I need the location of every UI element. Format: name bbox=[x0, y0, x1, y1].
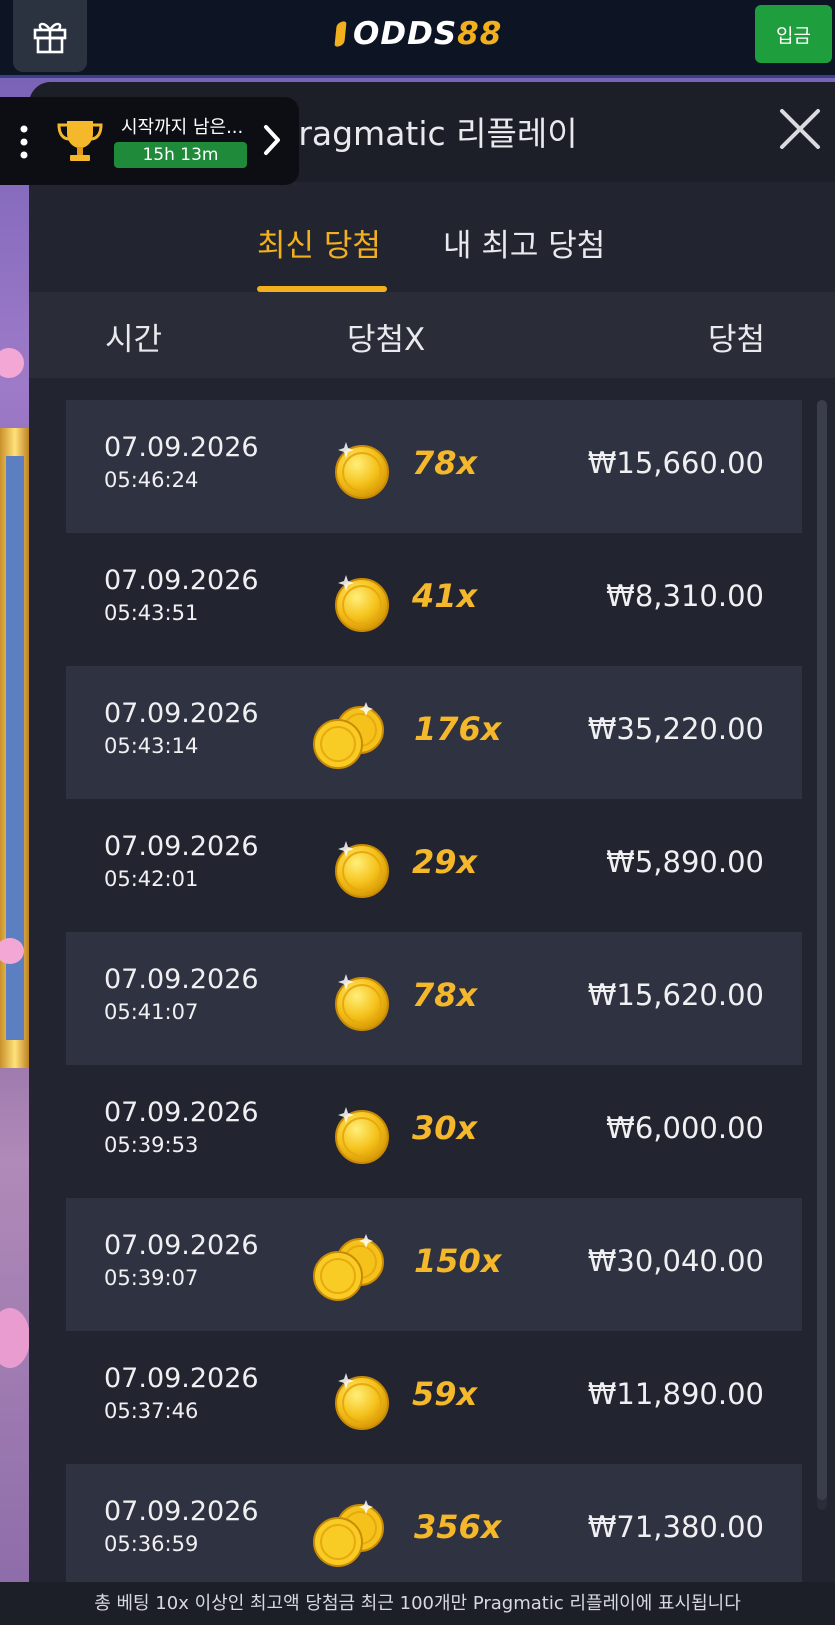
win-row[interactable]: 07.09.2026 05:39:53 30x ₩6,000.00 bbox=[66, 1065, 802, 1198]
tab-bar: 최신 당첨 내 최고 당첨 bbox=[29, 182, 835, 292]
win-time: 05:36:59 bbox=[104, 1532, 199, 1556]
win-time: 05:39:07 bbox=[104, 1266, 199, 1290]
win-time: 05:42:01 bbox=[104, 867, 199, 891]
win-row[interactable]: 07.09.2026 05:41:07 78x ₩15,620.00 bbox=[66, 932, 802, 1065]
gift-button[interactable] bbox=[13, 0, 87, 72]
win-row[interactable]: 07.09.2026 05:46:24 78x ₩15,660.00 bbox=[66, 400, 802, 533]
tournament-label: 시작까지 남은... bbox=[121, 117, 244, 138]
gift-icon bbox=[33, 22, 67, 54]
win-row[interactable]: 07.09.2026 05:36:59 356x ₩71,380.00 bbox=[66, 1464, 802, 1597]
odds88-logo: ODDS88 bbox=[334, 12, 502, 56]
win-amount: ₩30,040.00 bbox=[587, 1244, 764, 1278]
win-row[interactable]: 07.09.2026 05:43:51 41x ₩8,310.00 bbox=[66, 533, 802, 666]
column-header-time: 시간 bbox=[105, 322, 163, 358]
blossom-art bbox=[0, 1308, 30, 1368]
win-amount: ₩15,660.00 bbox=[587, 446, 764, 480]
win-row[interactable]: 07.09.2026 05:43:14 176x ₩35,220.00 bbox=[66, 666, 802, 799]
win-amount: ₩71,380.00 bbox=[587, 1510, 764, 1544]
close-icon bbox=[780, 109, 820, 149]
win-date: 07.09.2026 bbox=[104, 432, 259, 463]
coin-icon bbox=[324, 1365, 404, 1435]
win-amount: ₩5,890.00 bbox=[606, 845, 764, 879]
table-header: 시간 당첨X 당첨 bbox=[29, 292, 835, 378]
modal-title: Pragmatic 리플레이 bbox=[279, 114, 578, 153]
win-date: 07.09.2026 bbox=[104, 1230, 259, 1261]
win-date: 07.09.2026 bbox=[104, 964, 259, 995]
win-amount: ₩35,220.00 bbox=[587, 712, 764, 746]
win-row[interactable]: 07.09.2026 05:37:46 59x ₩11,890.00 bbox=[66, 1331, 802, 1464]
win-time: 05:41:07 bbox=[104, 1000, 199, 1024]
win-time: 05:43:14 bbox=[104, 734, 199, 758]
win-time: 05:37:46 bbox=[104, 1399, 199, 1423]
win-date: 07.09.2026 bbox=[104, 1097, 259, 1128]
coin-icon bbox=[324, 966, 404, 1036]
top-bar: ODDS88 입금 bbox=[0, 0, 835, 78]
win-amount: ₩11,890.00 bbox=[587, 1377, 764, 1411]
tournament-timer: 15h 13m bbox=[114, 142, 247, 168]
win-multiplier: 176x bbox=[414, 710, 502, 748]
column-header-win: 당첨 bbox=[707, 322, 765, 358]
win-time: 05:43:51 bbox=[104, 601, 199, 625]
deposit-button[interactable]: 입금 bbox=[755, 5, 832, 63]
coin-icon bbox=[324, 1099, 404, 1169]
win-multiplier: 150x bbox=[414, 1242, 502, 1280]
coin-icon bbox=[324, 567, 404, 637]
blossom-art bbox=[0, 348, 24, 378]
tab-latest-wins[interactable]: 최신 당첨 bbox=[257, 220, 381, 265]
tab-my-best-wins[interactable]: 내 최고 당첨 bbox=[443, 220, 605, 265]
trophy-icon bbox=[57, 121, 103, 161]
win-multiplier: 41x bbox=[412, 577, 478, 615]
win-multiplier: 356x bbox=[414, 1508, 502, 1546]
coin-icon bbox=[310, 1498, 390, 1568]
win-date: 07.09.2026 bbox=[104, 1363, 259, 1394]
coin-icon bbox=[310, 700, 390, 770]
win-date: 07.09.2026 bbox=[104, 698, 259, 729]
coin-icon bbox=[324, 833, 404, 903]
win-row[interactable]: 07.09.2026 05:42:01 29x ₩5,890.00 bbox=[66, 799, 802, 932]
win-amount: ₩8,310.00 bbox=[606, 579, 764, 613]
coin-icon bbox=[324, 434, 404, 504]
wins-list: 07.09.2026 05:46:24 78x ₩15,660.00 07.09.202… bbox=[66, 400, 802, 1597]
win-multiplier: 30x bbox=[412, 1109, 478, 1147]
footer-disclaimer: 총 베팅 10x 이상인 최고액 당첨금 최근 100개만 Pragmatic … bbox=[0, 1582, 835, 1625]
win-amount: ₩6,000.00 bbox=[606, 1111, 764, 1145]
win-multiplier: 78x bbox=[412, 976, 478, 1014]
golden-pillar-art bbox=[0, 428, 30, 1068]
win-time: 05:46:24 bbox=[104, 468, 199, 492]
chevron-right-icon[interactable] bbox=[262, 123, 282, 157]
replay-modal: Pragmatic 리플레이 최신 당첨 내 최고 당첨 시간 당첨X 당첨 0… bbox=[29, 82, 835, 1625]
win-multiplier: 59x bbox=[412, 1375, 478, 1413]
win-date: 07.09.2026 bbox=[104, 831, 259, 862]
menu-dots-icon[interactable] bbox=[20, 125, 28, 159]
win-time: 05:39:53 bbox=[104, 1133, 199, 1157]
win-multiplier: 29x bbox=[412, 843, 478, 881]
win-date: 07.09.2026 bbox=[104, 565, 259, 596]
scrollbar-thumb[interactable] bbox=[817, 400, 827, 1500]
win-multiplier: 78x bbox=[412, 444, 478, 482]
close-button[interactable] bbox=[777, 106, 823, 152]
tournament-widget[interactable]: 시작까지 남은... 15h 13m bbox=[0, 97, 299, 185]
column-header-multiplier: 당첨X bbox=[347, 322, 426, 358]
win-date: 07.09.2026 bbox=[104, 1496, 259, 1527]
coin-icon bbox=[310, 1232, 390, 1302]
win-amount: ₩15,620.00 bbox=[587, 978, 764, 1012]
win-row[interactable]: 07.09.2026 05:39:07 150x ₩30,040.00 bbox=[66, 1198, 802, 1331]
